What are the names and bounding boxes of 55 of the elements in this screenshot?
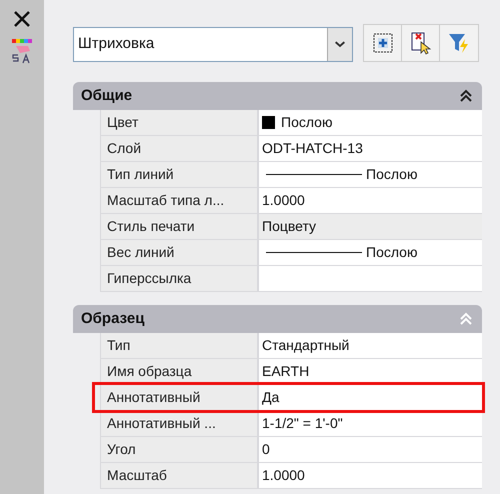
property-row[interactable]: Аннотативный Да bbox=[95, 385, 482, 410]
property-row[interactable]: Имя образца EARTH bbox=[101, 359, 482, 384]
property-row[interactable]: Слой ODT-HATCH-13 bbox=[101, 136, 482, 161]
select-objects-button[interactable] bbox=[402, 25, 440, 61]
property-row[interactable]: Тип линий Послою bbox=[101, 162, 482, 187]
value-text: Послою bbox=[281, 113, 332, 132]
chevron-down-icon[interactable] bbox=[327, 28, 352, 61]
property-label: Гиперссылка bbox=[101, 266, 257, 291]
cursor-select-icon bbox=[410, 31, 432, 55]
quick-select-button[interactable] bbox=[364, 25, 402, 61]
property-label: Тип bbox=[101, 333, 257, 358]
property-label: Угол bbox=[101, 437, 257, 462]
property-row[interactable]: Масштаб типа л... 1.0000 bbox=[101, 188, 482, 213]
funnel-lightning-icon bbox=[447, 31, 471, 55]
property-label: Слой bbox=[101, 136, 257, 161]
property-value[interactable]: Послою bbox=[259, 110, 482, 135]
property-value[interactable]: Стандартный bbox=[259, 333, 482, 358]
property-value[interactable]: EARTH bbox=[259, 359, 482, 384]
property-row[interactable]: Угол 0 bbox=[101, 437, 482, 462]
property-label: Вес линий bbox=[101, 240, 257, 265]
value-text: Послою bbox=[366, 165, 418, 184]
section-header[interactable]: Образец bbox=[73, 305, 482, 333]
property-row[interactable]: Аннотативный ... 1-1/2" = 1'-0" bbox=[101, 411, 482, 436]
property-value[interactable]: Послою bbox=[259, 240, 482, 265]
property-value[interactable]: ODT-HATCH-13 bbox=[259, 136, 482, 161]
dotted-plus-icon bbox=[372, 32, 394, 54]
collapse-chevrons-icon[interactable] bbox=[460, 89, 472, 103]
toggle-pickadd-button[interactable] bbox=[440, 25, 478, 61]
property-row[interactable]: Гиперссылка bbox=[101, 266, 482, 291]
property-value[interactable]: 0 bbox=[259, 437, 482, 462]
property-row[interactable]: Масштаб 1.0000 bbox=[101, 463, 482, 488]
object-type-dropdown[interactable]: Штриховка bbox=[73, 27, 353, 62]
property-row[interactable]: Тип Стандартный bbox=[101, 333, 482, 358]
dropdown-value: Штриховка bbox=[77, 34, 156, 54]
property-label: Цвет bbox=[101, 110, 257, 135]
property-value[interactable]: 1.0000 bbox=[259, 463, 482, 488]
property-label: Имя образца bbox=[101, 359, 257, 384]
property-label: Масштаб типа л... bbox=[101, 188, 257, 213]
section-title: Общие bbox=[81, 86, 132, 106]
close-icon bbox=[12, 9, 32, 29]
property-label: Тип линий bbox=[101, 162, 257, 187]
property-value[interactable]: Послою bbox=[259, 162, 482, 187]
property-label: Масштаб bbox=[101, 463, 257, 488]
section-title: Образец bbox=[81, 308, 144, 329]
value-text: Послою bbox=[366, 243, 418, 262]
property-value[interactable]: 1-1/2" = 1'-0" bbox=[259, 411, 482, 436]
property-value[interactable]: 1.0000 bbox=[259, 188, 482, 213]
property-value[interactable]: Да bbox=[259, 385, 482, 410]
section-header[interactable]: Общие bbox=[73, 82, 482, 110]
property-row[interactable]: Вес линий Послою bbox=[101, 240, 482, 265]
property-label: Аннотативный bbox=[101, 385, 257, 410]
property-label: Аннотативный ... bbox=[101, 411, 257, 436]
properties-icon[interactable] bbox=[10, 38, 34, 64]
property-label: Стиль печати bbox=[101, 214, 257, 239]
property-row[interactable]: Цвет Послою bbox=[101, 110, 482, 135]
